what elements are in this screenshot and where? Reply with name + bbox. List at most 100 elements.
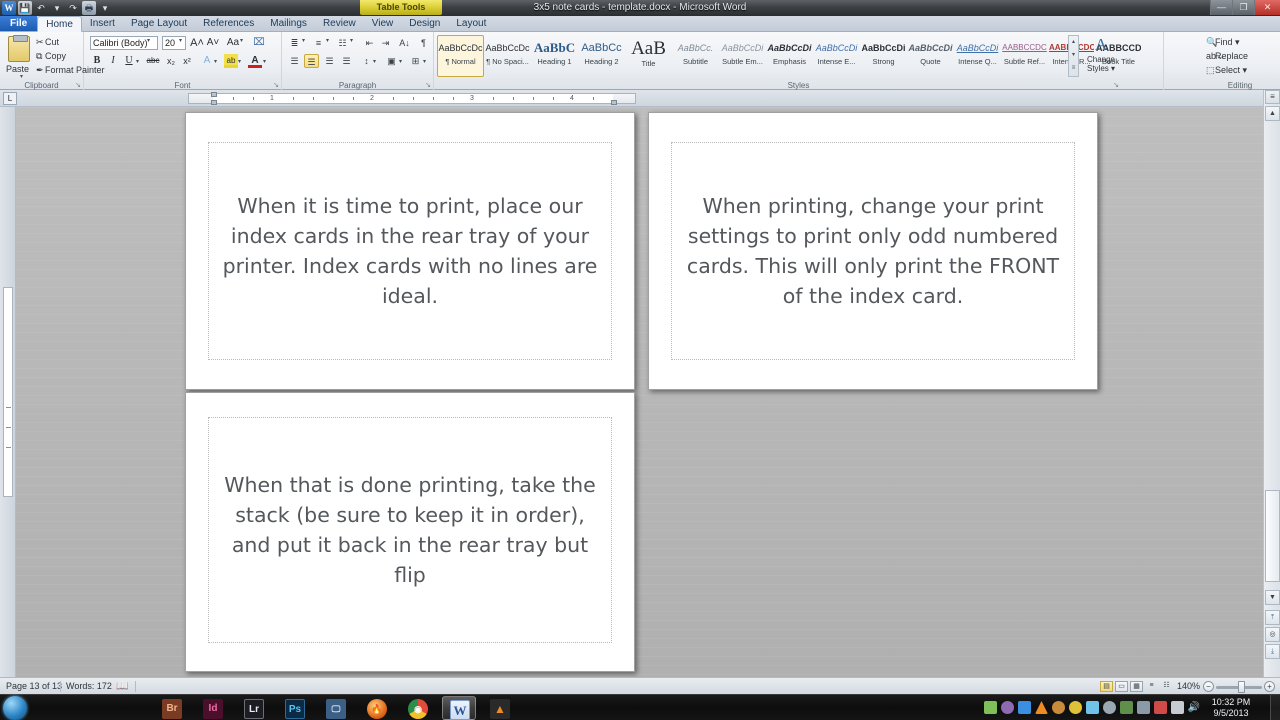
tab-review[interactable]: Review	[315, 16, 364, 31]
close-button[interactable]: ✕	[1254, 0, 1280, 15]
tab-stop-selector[interactable]: L	[3, 92, 17, 105]
page-card-1[interactable]: When it is time to print, place our inde…	[185, 112, 635, 390]
clear-formatting-icon[interactable]: ⌧	[252, 36, 266, 50]
line-spacing-dropdown-icon[interactable]: ▾	[373, 58, 376, 65]
italic-button[interactable]: I	[106, 54, 120, 68]
borders-dropdown-icon[interactable]: ▾	[423, 58, 426, 65]
word-logo-icon[interactable]: W	[2, 1, 16, 15]
highlight-icon[interactable]: ab	[224, 54, 238, 68]
undo-dropdown-icon[interactable]: ▾	[50, 1, 64, 15]
vertical-scrollbar[interactable]: ≡ ▲ ▼ ⤒ ◎ ⤓	[1263, 90, 1280, 677]
tray-icon-shield[interactable]	[1001, 701, 1014, 714]
tab-layout[interactable]: Layout	[448, 16, 494, 31]
change-case-icon[interactable]: Aa	[226, 36, 240, 50]
borders-icon[interactable]: ⊞	[408, 54, 423, 68]
page-card-2[interactable]: When printing, change your print setting…	[648, 112, 1098, 390]
zoom-level[interactable]: 140%	[1160, 678, 1200, 695]
taskbar-item-google-chrome[interactable]: ◉	[401, 696, 435, 720]
find-button[interactable]: 🔍Find ▾	[1206, 37, 1240, 48]
tray-icon-cloud[interactable]	[1103, 701, 1116, 714]
tray-icon-backup[interactable]	[1137, 701, 1150, 714]
shading-icon[interactable]: ▣	[384, 54, 399, 68]
taskbar-item-adobe-bridge[interactable]: Br	[155, 696, 189, 720]
sort-icon[interactable]: A↓	[397, 36, 412, 50]
tray-icon-shield-yellow[interactable]	[1069, 701, 1082, 714]
font-dialog-launcher-icon[interactable]: ↘	[273, 81, 279, 89]
start-button[interactable]	[3, 696, 27, 720]
view-print-layout-button[interactable]: ▤	[1100, 681, 1113, 692]
line-spacing-icon[interactable]: ↕	[359, 54, 374, 68]
style-item-strong[interactable]: AaBbCcDi Strong	[860, 35, 907, 77]
font-color-dropdown-icon[interactable]: ▾	[263, 58, 266, 65]
taskbar-item-adobe-lightroom[interactable]: Lr	[237, 696, 271, 720]
styles-scroll-up-icon[interactable]: ▴	[1069, 36, 1078, 49]
scrollbar-thumb[interactable]	[1265, 490, 1280, 582]
numbering-dropdown-icon[interactable]: ▾	[326, 37, 329, 44]
minimize-button[interactable]: —	[1210, 0, 1232, 15]
clipboard-dialog-launcher-icon[interactable]: ↘	[75, 81, 81, 89]
font-name-dropdown-icon[interactable]: ▾	[147, 37, 150, 44]
text-effects-icon[interactable]: A	[200, 54, 214, 68]
styles-scroll-down-icon[interactable]: ▾	[1069, 49, 1078, 62]
numbering-icon[interactable]: ≡	[311, 36, 326, 50]
multilevel-list-icon[interactable]: ☷	[335, 36, 350, 50]
strikethrough-button[interactable]: abc	[146, 54, 160, 68]
table-cell-2[interactable]: When printing, change your print setting…	[671, 142, 1075, 360]
highlight-dropdown-icon[interactable]: ▾	[238, 58, 241, 65]
superscript-button[interactable]: x²	[180, 54, 194, 68]
customize-qat-icon[interactable]: ▾	[98, 1, 112, 15]
horizontal-ruler[interactable]: 1 2 3 4	[188, 92, 636, 105]
tray-icon-sharing[interactable]	[1086, 701, 1099, 714]
align-right-button[interactable]: ☰	[322, 54, 337, 68]
tray-icon-sync[interactable]	[984, 701, 997, 714]
change-styles-button[interactable]: A Change Styles ▾	[1081, 35, 1121, 73]
font-color-icon[interactable]: A	[248, 54, 262, 68]
taskbar-item-microsoft-word[interactable]: W	[442, 696, 476, 720]
page-indicator[interactable]: Page 13 of 13	[6, 678, 62, 695]
styles-dialog-launcher-icon[interactable]: ↘	[1113, 81, 1119, 89]
taskbar-item-firefox[interactable]: 🔥	[360, 696, 394, 720]
proofing-errors-icon[interactable]: 📖	[116, 678, 128, 695]
split-window-handle[interactable]: ≡	[1265, 90, 1280, 104]
paste-dropdown-icon[interactable]: ▾	[20, 73, 23, 80]
replace-button[interactable]: ab↔Replace	[1206, 51, 1248, 61]
zoom-in-button[interactable]: +	[1264, 681, 1275, 692]
increase-indent-icon[interactable]: ⇥	[378, 36, 393, 50]
taskbar-item-adobe-photoshop[interactable]: Ps	[278, 696, 312, 720]
copy-button[interactable]: ⧉ Copy	[36, 51, 66, 62]
style-item-quote[interactable]: AaBbCcDi Quote	[907, 35, 954, 77]
tray-icon-bluetooth[interactable]	[1018, 701, 1031, 714]
paste-icon[interactable]	[8, 35, 30, 62]
next-page-button[interactable]: ⤓	[1265, 644, 1280, 659]
style-item-emphasis[interactable]: AaBbCcDi Emphasis	[766, 35, 813, 77]
select-button[interactable]: ⬚Select ▾	[1206, 65, 1247, 76]
cut-button[interactable]: ✂Cut	[36, 37, 59, 48]
left-indent-marker[interactable]	[211, 92, 217, 97]
multilevel-dropdown-icon[interactable]: ▾	[350, 37, 353, 44]
zoom-slider-thumb[interactable]	[1238, 681, 1245, 693]
page-card-3[interactable]: When that is done printing, take the sta…	[185, 392, 635, 672]
underline-dropdown-icon[interactable]: ▾	[136, 58, 139, 65]
justify-button[interactable]: ☰	[339, 54, 354, 68]
style-item-no-spacing[interactable]: AaBbCcDc ¶ No Spaci...	[484, 35, 531, 77]
vertical-ruler[interactable]	[0, 107, 16, 677]
show-formatting-marks-icon[interactable]: ¶	[416, 36, 431, 50]
taskbar-item-remote-desktop[interactable]: 🖵	[319, 696, 353, 720]
font-size-input[interactable]: 20	[162, 36, 186, 50]
tray-icon-battery[interactable]	[1120, 701, 1133, 714]
change-case-dropdown-icon[interactable]: ▾	[240, 37, 243, 44]
tray-icon-network-signal[interactable]	[1171, 701, 1184, 714]
style-item-intense-quote[interactable]: AaBbCcDi Intense Q...	[954, 35, 1001, 77]
font-size-dropdown-icon[interactable]: ▾	[179, 37, 182, 44]
align-center-button[interactable]: ☰	[304, 54, 319, 68]
tab-mailings[interactable]: Mailings	[262, 16, 315, 31]
styles-more-icon[interactable]: ≡	[1069, 62, 1078, 75]
taskbar-item-adobe-indesign[interactable]: Id	[196, 696, 230, 720]
bold-button[interactable]: B	[90, 54, 104, 68]
tab-page-layout[interactable]: Page Layout	[123, 16, 195, 31]
tray-icon-sound-alt[interactable]	[1052, 701, 1065, 714]
underline-button[interactable]: U	[122, 54, 136, 68]
hanging-indent-marker[interactable]	[211, 100, 217, 105]
tab-home[interactable]: Home	[37, 16, 82, 32]
scroll-up-button[interactable]: ▲	[1265, 106, 1280, 121]
